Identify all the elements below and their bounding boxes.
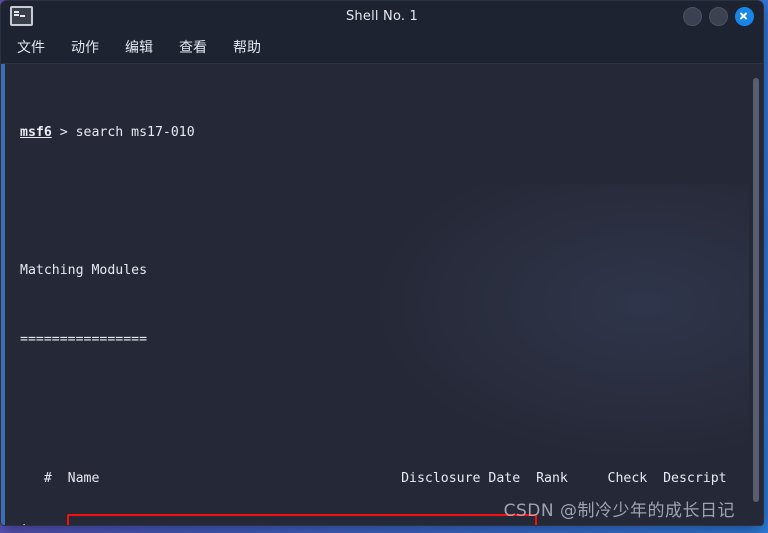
- search-command-text: > search ms17-010: [51, 124, 195, 140]
- window-controls: [683, 6, 763, 26]
- line-table-header: # Name Disclosure Date Rank Check Descri…: [5, 470, 749, 487]
- menu-item-help[interactable]: 帮助: [231, 36, 263, 58]
- line-search-command: msf6 > search ms17-010: [5, 124, 749, 141]
- menu-item-edit[interactable]: 编辑: [123, 36, 155, 58]
- line-matching-modules-heading: Matching Modules: [5, 262, 749, 279]
- table-header-columns: # Name Disclosure Date Rank Check Descri…: [20, 470, 727, 486]
- prompt-label: msf6: [20, 124, 52, 140]
- terminal-window: Shell No. 1 文件 动作 编辑 查看 帮助 msf6 > search…: [0, 0, 764, 526]
- terminal-output[interactable]: msf6 > search ms17-010 Matching Modules …: [5, 64, 749, 525]
- terminal-icon: [10, 6, 33, 26]
- window-title: Shell No. 1: [345, 8, 419, 24]
- title-bar[interactable]: Shell No. 1: [1, 1, 763, 31]
- terminal-lines: msf6 > search ms17-010 Matching Modules …: [5, 72, 749, 525]
- table-header-wrap: ion: [20, 523, 44, 525]
- menu-bar: 文件 动作 编辑 查看 帮助: [1, 31, 763, 64]
- heading-rule: ================: [20, 332, 148, 348]
- minimize-button[interactable]: [683, 6, 702, 26]
- line-blank-2: [5, 401, 749, 418]
- menu-item-view[interactable]: 查看: [177, 36, 209, 58]
- maximize-button[interactable]: [709, 6, 728, 26]
- menu-item-actions[interactable]: 动作: [69, 36, 101, 58]
- line-table-header-wrap: ion: [5, 522, 749, 525]
- menu-item-file[interactable]: 文件: [15, 36, 47, 58]
- close-button[interactable]: [735, 6, 754, 26]
- line-blank-1: [5, 193, 749, 210]
- line-heading-rule: ================: [5, 331, 749, 348]
- matching-modules-label: Matching Modules: [20, 263, 148, 279]
- scrollbar-thumb[interactable]: [753, 78, 759, 502]
- terminal-area: msf6 > search ms17-010 Matching Modules …: [1, 64, 763, 525]
- vertical-scrollbar[interactable]: [749, 64, 763, 525]
